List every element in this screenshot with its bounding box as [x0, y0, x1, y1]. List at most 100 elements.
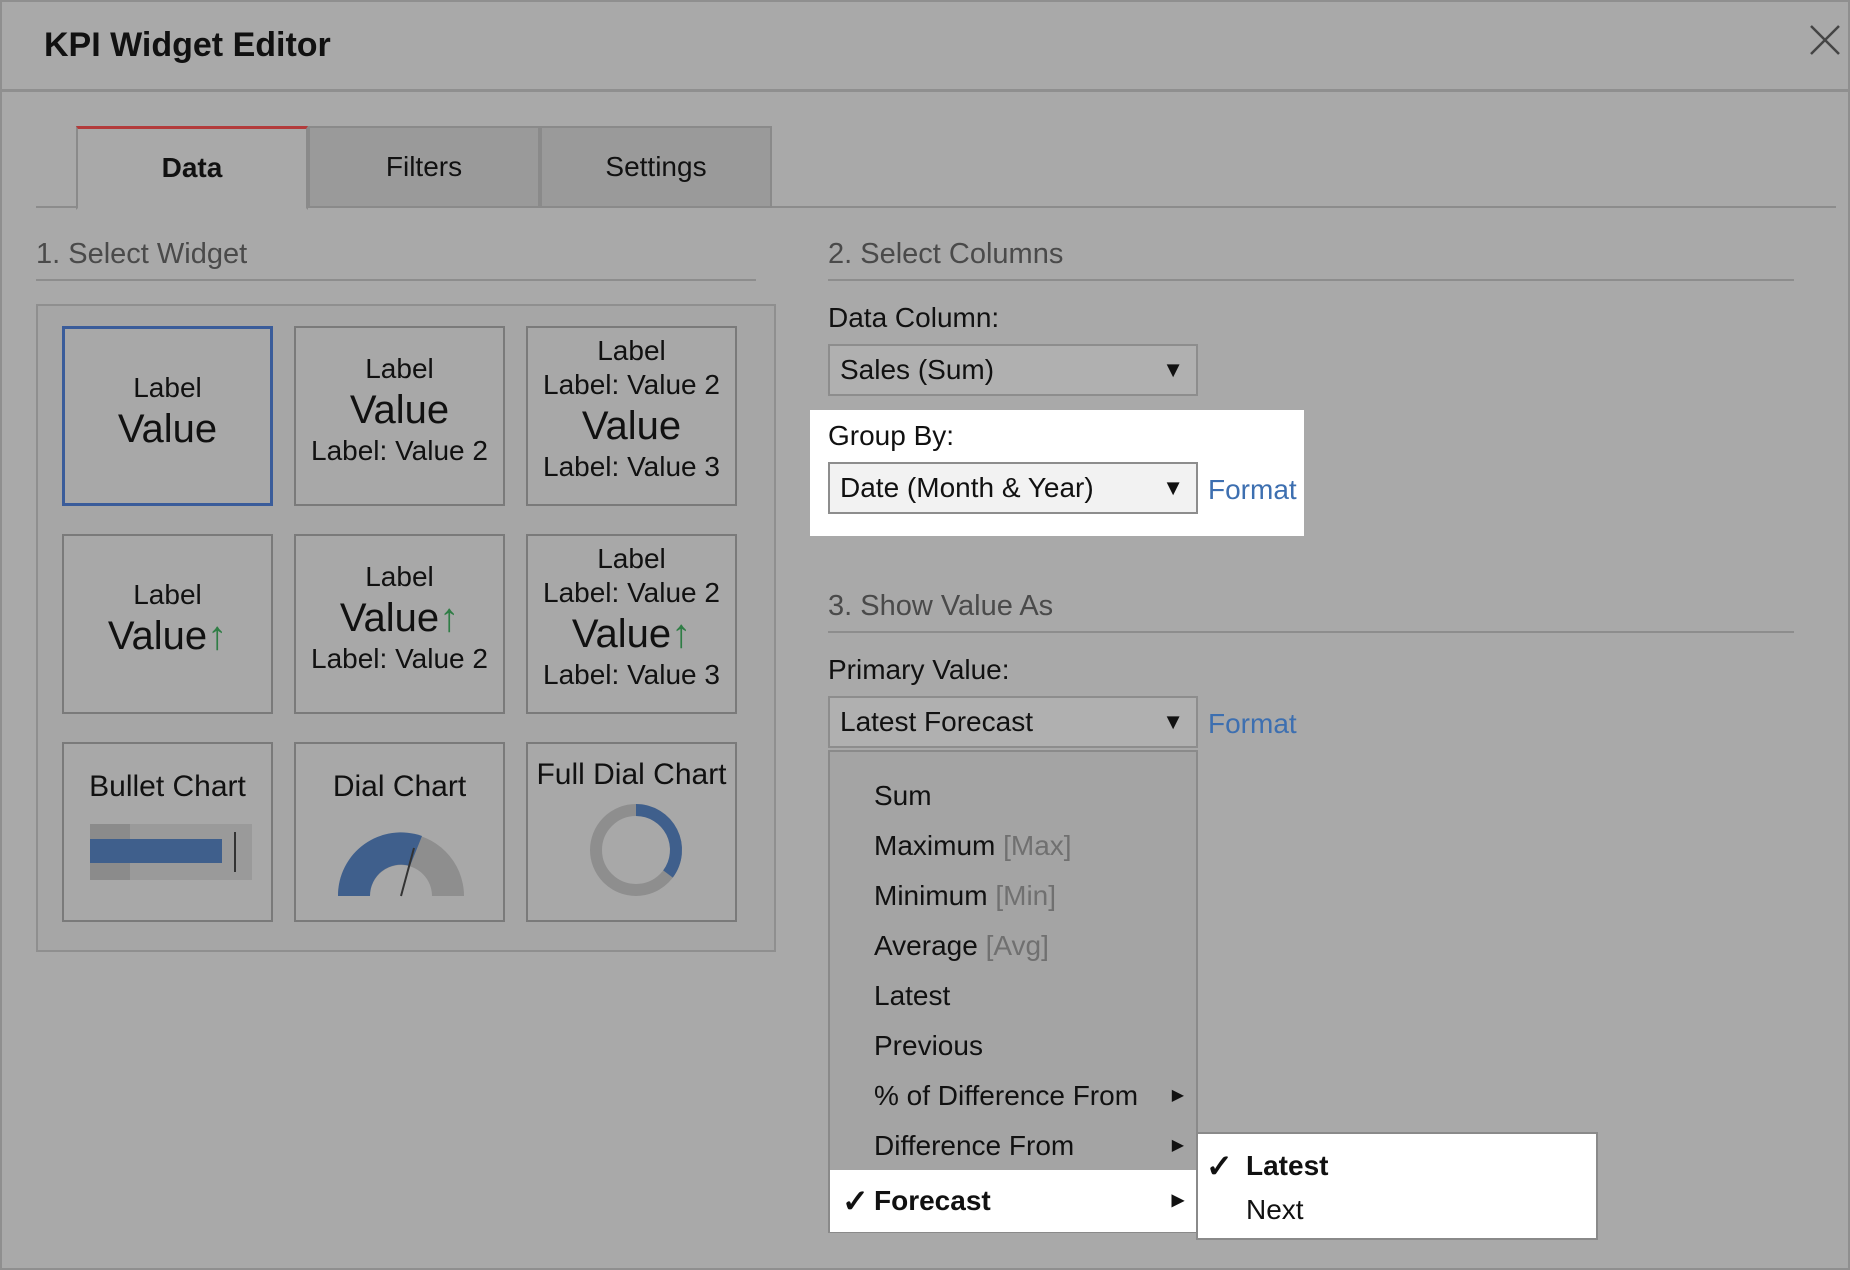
menu-item-label: % of Difference From [874, 1080, 1139, 1111]
submenu-item-next[interactable]: Next [1198, 1188, 1596, 1232]
group-by-format-link[interactable]: Format [1208, 474, 1297, 506]
widget-chart-title: Bullet Chart [89, 770, 246, 803]
widget-option-value-trend-two-subs[interactable]: Label Label: Value 2 Value↑ Label: Value… [526, 534, 737, 714]
widget-label: Label [133, 579, 202, 610]
widget-sublabel: Label: Value 2 [543, 577, 720, 608]
group-by-label: Group By: [828, 420, 955, 451]
kpi-widget-editor-dialog: KPI Widget Editor Data Filters Settings … [0, 0, 1850, 1270]
chevron-down-icon: ▼ [1162, 357, 1184, 382]
section-select-columns: 2. Select Columns [828, 238, 1794, 281]
widget-value-text: Value [571, 612, 672, 656]
primary-value-menu: Sum Maximum [Max] Minimum [Min] Average … [828, 750, 1198, 1233]
data-column-select[interactable]: Sales (Sum) ▼ [828, 344, 1198, 396]
widget-label: Label [133, 372, 202, 403]
menu-item-label: Latest [874, 980, 951, 1011]
menu-item-label-wrap: Minimum [Min] [874, 871, 1056, 921]
widget-option-bullet-chart[interactable]: Bullet Chart [62, 742, 273, 922]
group-by-value: Date (Month & Year) [840, 472, 1094, 503]
menu-item-hint: [Avg] [985, 930, 1049, 961]
submenu-item-label: Latest [1246, 1150, 1329, 1181]
trend-up-icon: ↑ [207, 614, 228, 658]
tab-data[interactable]: Data [76, 126, 308, 210]
menu-item-previous[interactable]: Previous [830, 1021, 1196, 1071]
dialog-titlebar: KPI Widget Editor [2, 2, 1850, 92]
menu-item-label: Difference From [874, 1130, 1075, 1161]
primary-value-format-link[interactable]: Format [1208, 708, 1297, 740]
widget-option-dial-chart[interactable]: Dial Chart [294, 742, 505, 922]
widget-value-text: Value [107, 614, 208, 658]
widget-option-value-trend[interactable]: Label Value↑ [62, 534, 273, 714]
tab-bar: Data Filters Settings [36, 124, 1836, 210]
widget-label: Label [365, 353, 434, 384]
widget-chart-title: Dial Chart [332, 770, 467, 803]
checkmark-icon: ✓ [842, 1183, 869, 1219]
menu-item-difference-from[interactable]: Difference From ▶ [830, 1121, 1196, 1171]
widget-option-label-value-two-subs[interactable]: Label Label: Value 2 Value Label: Value … [526, 326, 737, 506]
submenu-arrow-icon: ▶ [1171, 1192, 1184, 1209]
menu-item-label: Forecast [874, 1185, 991, 1216]
tab-settings[interactable]: Settings [540, 126, 772, 208]
widget-sublabel: Label: Value 2 [311, 435, 488, 466]
dial-chart-icon [337, 832, 464, 897]
menu-item-maximum[interactable]: Maximum [Max] [830, 821, 1196, 871]
menu-item-label: Average [874, 930, 978, 961]
menu-item-label-wrap: Average [Avg] [874, 921, 1049, 971]
widget-gallery: Label Value Label Value Label: Value 2 L… [36, 304, 776, 952]
menu-item-average[interactable]: Average [Avg] [830, 921, 1196, 971]
data-column-label: Data Column: [828, 302, 1000, 333]
section-show-value-as: 3. Show Value As [828, 590, 1794, 633]
menu-item-hint: [Max] [1003, 830, 1072, 861]
forecast-submenu: ✓ Latest Next [1196, 1132, 1598, 1240]
widget-sublabel: Label: Value 3 [543, 659, 720, 690]
menu-item-label: Previous [874, 1030, 983, 1061]
widget-value: Value↑ [340, 594, 459, 642]
tab-filters[interactable]: Filters [308, 126, 540, 208]
submenu-arrow-icon: ▶ [1171, 1137, 1184, 1154]
menu-item-label-wrap: Maximum [Max] [874, 821, 1072, 871]
widget-sublabel: Label: Value 2 [311, 643, 488, 674]
dialog-title: KPI Widget Editor [44, 26, 331, 64]
widget-value: Value [349, 388, 450, 432]
bullet-chart-icon [90, 824, 252, 880]
widget-value-text: Value [339, 596, 440, 640]
widget-label: Label [597, 335, 666, 366]
menu-item-label: Maximum [874, 830, 996, 861]
menu-item-percent-difference-from[interactable]: % of Difference From ▶ [830, 1071, 1196, 1121]
full-dial-chart-icon [590, 804, 682, 896]
trend-up-icon: ↑ [671, 612, 692, 656]
group-by-select[interactable]: Date (Month & Year) ▼ [828, 462, 1198, 514]
chevron-down-icon: ▼ [1162, 709, 1184, 734]
primary-value-value: Latest Forecast [840, 706, 1033, 737]
menu-item-label: Minimum [874, 880, 988, 911]
trend-up-icon: ↑ [439, 596, 460, 640]
widget-option-full-dial-chart[interactable]: Full Dial Chart [526, 742, 737, 922]
primary-value-select[interactable]: Latest Forecast ▼ [828, 696, 1198, 748]
menu-item-minimum[interactable]: Minimum [Min] [830, 871, 1196, 921]
primary-value-label: Primary Value: [828, 654, 1010, 685]
widget-value: Value [581, 404, 682, 448]
widget-sublabel: Label: Value 3 [543, 451, 720, 482]
menu-item-label: Sum [874, 780, 932, 811]
section-select-widget: 1. Select Widget [36, 238, 756, 281]
submenu-arrow-icon: ▶ [1171, 1087, 1184, 1104]
widget-value: Value [117, 407, 218, 451]
menu-item-hint: [Min] [995, 880, 1057, 911]
data-column-value: Sales (Sum) [840, 354, 995, 385]
submenu-item-label: Next [1246, 1194, 1304, 1225]
menu-item-forecast[interactable]: ✓ Forecast ▶ [830, 1170, 1196, 1232]
widget-label: Label [597, 543, 666, 574]
widget-option-value-trend-sub[interactable]: Label Value↑ Label: Value 2 [294, 534, 505, 714]
widget-sublabel: Label: Value 2 [543, 369, 720, 400]
widget-chart-title: Full Dial Chart [536, 758, 727, 791]
menu-item-sum[interactable]: Sum [830, 771, 1196, 821]
widget-option-label-value[interactable]: Label Value [62, 326, 273, 506]
menu-item-latest[interactable]: Latest [830, 971, 1196, 1021]
widget-label: Label [365, 561, 434, 592]
submenu-item-latest[interactable]: ✓ Latest [1198, 1144, 1596, 1188]
checkmark-icon: ✓ [1206, 1148, 1233, 1184]
widget-value: Value↑ [108, 612, 227, 660]
chevron-down-icon: ▼ [1162, 475, 1184, 500]
close-icon[interactable] [1807, 22, 1843, 58]
widget-option-label-value-sub[interactable]: Label Value Label: Value 2 [294, 326, 505, 506]
widget-value: Value↑ [572, 610, 691, 658]
